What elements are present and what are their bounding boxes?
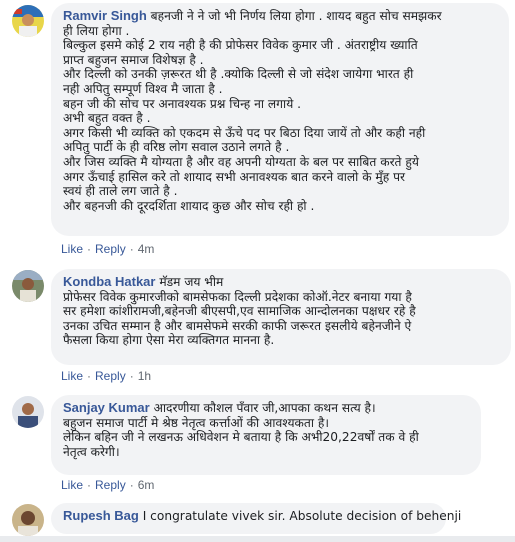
comment-actions: Like · Reply · 1h: [61, 369, 151, 383]
separator-dot: ·: [129, 478, 134, 492]
comment-text-line: बहनजी ने ने जो भी निर्णय लिया होगा . शाय…: [150, 9, 442, 23]
comment-author[interactable]: Kondba Hatkar: [63, 274, 155, 289]
comment-author[interactable]: Ramvir Singh: [63, 8, 147, 23]
comment-text-line: अगर किसी भी व्यक्ति को एकदम से ऊँचे पद प…: [63, 125, 426, 140]
avatar[interactable]: [12, 270, 44, 302]
comment-timestamp[interactable]: 4m: [138, 242, 155, 256]
separator-dot: ·: [87, 242, 92, 256]
comment-text-line: प्राप्त बहुजन समाज विशेषज्ञ है .: [63, 52, 204, 67]
comment-text-line: बिल्कुल इसमे कोई 2 राय नही है की प्रोफेस…: [63, 38, 418, 53]
comment-text-line: और जिस व्यक्ति मै योग्यता है और वह अपनी …: [63, 154, 419, 169]
comment-text-line: सर हमेशा कांशीरामजी,बहेनजी बीएसपी,एव साम…: [63, 304, 416, 319]
comment-text-line: अपितु पार्टी के ही वरिष्ठ लोग सवाल उठाने…: [63, 140, 290, 155]
like-link[interactable]: Like: [61, 242, 83, 256]
comment-bubble: Sanjay Kumar आदरणीया कौशल पँवार जी,आपका …: [51, 395, 481, 475]
reply-link[interactable]: Reply: [95, 478, 126, 492]
separator-dot: ·: [129, 369, 134, 383]
separator-dot: ·: [129, 242, 134, 256]
avatar[interactable]: [12, 504, 44, 536]
comment-timestamp[interactable]: 1h: [138, 369, 151, 383]
separator-dot: ·: [87, 369, 92, 383]
comment-timestamp[interactable]: 6m: [138, 478, 155, 492]
comment-text-line: I congratulate vivek sir. Absolute decis…: [142, 509, 462, 523]
comment-bubble: Ramvir Singh बहनजी ने ने जो भी निर्णय लि…: [51, 3, 509, 236]
bottom-divider: [0, 536, 515, 542]
comment-text-line: अभी बहुत वक्त है .: [63, 111, 151, 126]
comment-text-line: और बहनजी की दूरदर्शिता शायाद कुछ और सोच …: [63, 198, 315, 213]
comment-text-line: बहन जी की सोच पर अनावश्यक प्रश्न चिन्ह न…: [63, 96, 302, 111]
separator-dot: ·: [87, 478, 92, 492]
comment-text-line: प्रोफेसर विवेक कुमारजीको बामसेफका दिल्ली…: [63, 289, 412, 304]
comment-text-line: लेकिन बहिन जी ने लखनऊ अधिवेशन मे बताया ह…: [63, 430, 419, 445]
comment-text-line: मॅडम जय भीम: [159, 275, 224, 289]
comment-text-line: अगर ऊँचाई हासिल करे तो शायाद सभी अनावश्य…: [63, 169, 405, 184]
comment-text-line: आदरणीया कौशल पँवार जी,आपका कथन सत्य है।: [153, 401, 376, 415]
comment-actions: Like · Reply · 4m: [61, 242, 154, 256]
comment-actions: Like · Reply · 6m: [61, 478, 154, 492]
like-link[interactable]: Like: [61, 478, 83, 492]
comment-text-line: बहुजन समाज पार्टी मे श्रेष्ठ नेतृत्व कर्…: [63, 415, 329, 430]
reply-link[interactable]: Reply: [95, 242, 126, 256]
avatar[interactable]: [12, 5, 44, 37]
reply-link[interactable]: Reply: [95, 369, 126, 383]
comment-author[interactable]: Sanjay Kumar: [63, 400, 150, 415]
comment-text-line: और दिल्ली को उनकी ज़रूरत थी है .क्योकि द…: [63, 67, 414, 82]
comment-bubble: Rupesh Bag I congratulate vivek sir. Abs…: [51, 503, 461, 534]
comment-text-line: स्वयं ही ताले लग जाते है .: [63, 184, 178, 199]
comment-text-line: फैसला किया होगा ऐसा मेरा व्यक्तिगत मानना…: [63, 333, 275, 348]
comment-author[interactable]: Rupesh Bag: [63, 508, 139, 523]
like-link[interactable]: Like: [61, 369, 83, 383]
comment-text-line: उनका उचित सम्मान है और बामसेफमे सरकी काफ…: [63, 318, 412, 333]
avatar[interactable]: [12, 396, 44, 428]
comment-text-line: नेतृत्व करेगी।: [63, 444, 120, 459]
comment-text-line: नही अपितु सम्पूर्ण विश्व मै जाता है .: [63, 81, 223, 96]
comment-bubble: Kondba Hatkar मॅडम जय भीम प्रोफेसर विवेक…: [51, 269, 511, 365]
comment-text-line: ही लिया होगा .: [63, 23, 130, 38]
